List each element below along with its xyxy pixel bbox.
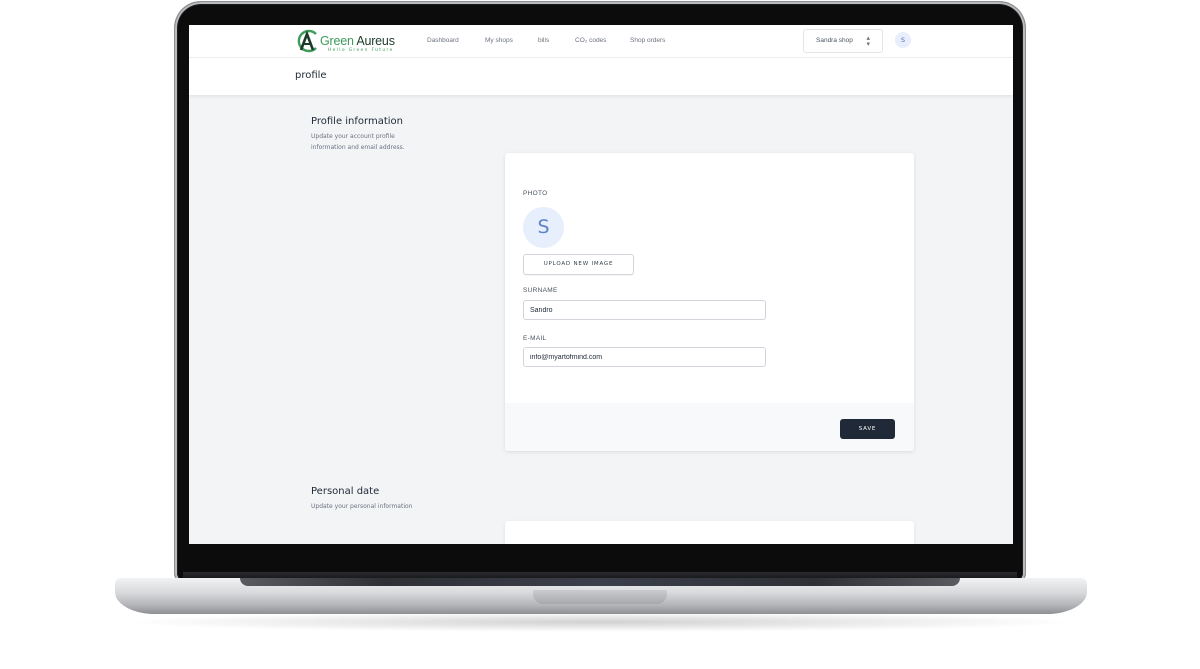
save-button[interactable]: SAVE — [840, 419, 895, 439]
app-screen: Green Aureus Hello Green Future Dashboar… — [189, 25, 1013, 544]
shop-select-value: Sandra shop — [816, 37, 853, 44]
top-navigation: Green Aureus Hello Green Future Dashboar… — [189, 25, 1013, 58]
profile-card: PHOTO S UPLOAD NEW IMAGE SURNAME E-MAIL … — [505, 153, 914, 451]
nav-dashboard[interactable]: Dashboard — [427, 37, 459, 44]
logo-mark-icon — [297, 29, 317, 53]
personal-section-description: Update your personal information — [311, 503, 413, 510]
laptop-shadow — [120, 612, 1080, 632]
email-input[interactable] — [523, 347, 766, 367]
photo-label: PHOTO — [523, 190, 548, 197]
profile-section-description: Update your account profile information … — [311, 133, 405, 151]
card-footer: SAVE — [505, 403, 914, 451]
surname-label: SURNAME — [523, 287, 558, 294]
brand-tagline: Hello Green Future — [328, 48, 394, 53]
profile-section-title: Profile information — [311, 116, 403, 127]
shop-select[interactable]: Sandra shop ▴ ▾ — [803, 29, 883, 53]
nav-co2-codes[interactable]: CO₂ codes — [575, 37, 606, 44]
nav-bills[interactable]: bills — [538, 37, 549, 44]
page-title: profile — [295, 70, 327, 81]
nav-shop-orders[interactable]: Shop orders — [630, 37, 665, 44]
page-header: profile — [189, 58, 1013, 95]
laptop-notch — [533, 590, 667, 604]
user-avatar[interactable]: S — [895, 32, 911, 48]
select-arrows-icon: ▴ ▾ — [866, 34, 870, 48]
personal-card — [505, 521, 914, 544]
brand-name: Green Aureus — [320, 34, 395, 48]
surname-input[interactable] — [523, 300, 766, 320]
laptop-keyboard-edge — [240, 578, 960, 586]
upload-image-button[interactable]: UPLOAD NEW IMAGE — [523, 254, 634, 275]
email-label: E-MAIL — [523, 335, 547, 342]
profile-photo-avatar: S — [523, 207, 564, 248]
nav-my-shops[interactable]: My shops — [485, 37, 513, 44]
personal-section-title: Personal date — [311, 486, 380, 497]
brand-logo[interactable]: Green Aureus Hello Green Future — [295, 28, 407, 54]
